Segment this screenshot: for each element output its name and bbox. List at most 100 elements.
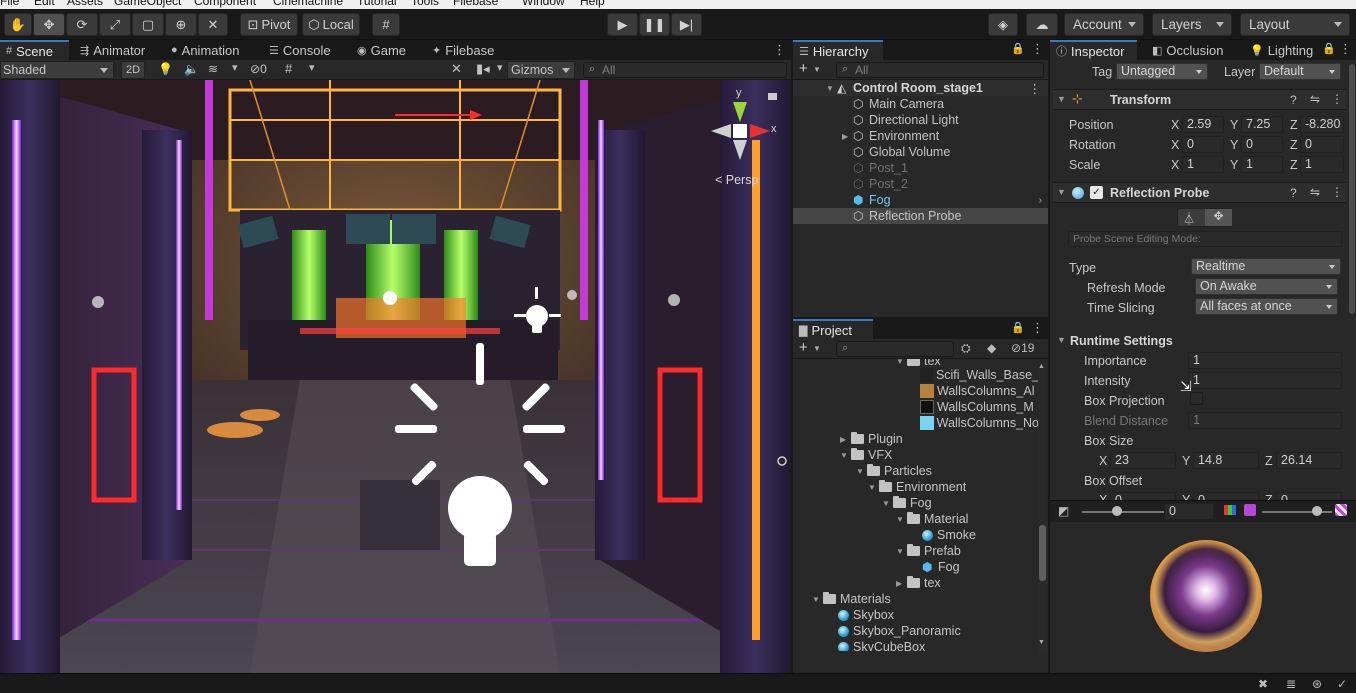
transform-header[interactable]: ▼ ⊹ Transform ? ⇋ ⋮ <box>1053 89 1346 110</box>
box-projection-checkbox[interactable] <box>1190 392 1203 405</box>
project-folder-tex[interactable]: ▶ tex <box>793 575 1039 591</box>
collab-button[interactable]: ◈ <box>988 13 1018 36</box>
hierarchy-item-post-2[interactable]: ⬡ Post_2 <box>793 176 1048 192</box>
project-item-skybox-panoramic[interactable]: Skybox_Panoramic <box>793 623 1039 639</box>
scale-tool-button[interactable]: ⤢ <box>99 13 131 36</box>
hand-tool-button[interactable]: ✋ <box>4 13 32 36</box>
project-search-input[interactable]: ⌕ <box>836 341 954 357</box>
pause-button[interactable]: ❚❚ <box>639 13 670 36</box>
play-button[interactable]: ▶ <box>607 13 638 36</box>
rotation-y-field[interactable]: 0 <box>1241 136 1283 153</box>
more-options-icon[interactable]: ⋮ <box>1031 320 1044 336</box>
scroll-up-icon[interactable]: ▲ <box>1038 363 1045 370</box>
project-folder-vfx[interactable]: ▼ VFX <box>793 447 1039 463</box>
project-item-skybox[interactable]: Skybox <box>793 607 1039 623</box>
tab-hierarchy[interactable]: ☰ Hierarchy <box>793 40 883 60</box>
menu-edit[interactable]: Edit <box>34 0 55 8</box>
refresh-mode-dropdown[interactable]: On Awake <box>1195 278 1338 295</box>
position-z-field[interactable]: -8.280 <box>1300 116 1344 133</box>
box-offset-x-field[interactable]: 0 <box>1110 492 1176 500</box>
presets-icon[interactable]: ⇋ <box>1310 185 1320 199</box>
more-options-icon[interactable]: ⋮ <box>773 42 786 58</box>
alpha-channel-icon[interactable] <box>1244 504 1256 516</box>
menu-window[interactable]: Window <box>522 0 565 8</box>
tab-animation[interactable]: ● Animation <box>165 40 245 60</box>
box-size-z-field[interactable]: 26.14 <box>1276 452 1342 469</box>
more-options-icon[interactable]: ⋮ <box>1339 41 1352 57</box>
edit-bounds-icon[interactable]: ⏃ <box>1183 210 1195 227</box>
project-folder-fog[interactable]: ▼ Fog <box>793 495 1039 511</box>
debug-off-icon[interactable]: ✖ <box>1258 677 1268 691</box>
scene-search-input[interactable]: ⌕ All <box>583 62 787 78</box>
cloud-button[interactable]: ☁ <box>1026 13 1058 36</box>
step-button[interactable]: ▶| <box>671 13 702 36</box>
menu-tools[interactable]: Tools <box>411 0 439 8</box>
more-options-icon[interactable]: ⋮ <box>1331 92 1343 106</box>
hierarchy-item-environment[interactable]: ▶ ⬡ Environment <box>793 128 1048 144</box>
mip-slider-thumb[interactable] <box>1312 506 1322 516</box>
filter-type-icon[interactable]: ⛭ <box>961 341 971 356</box>
pivot-toggle[interactable]: ⊡ Pivot <box>240 13 298 36</box>
menu-tutorial[interactable]: Tutorial <box>357 0 397 8</box>
project-item-wallscolumns-m[interactable]: WallsColumns_M <box>793 399 1039 415</box>
project-item-wallscolumns-al[interactable]: WallsColumns_Al <box>793 383 1039 399</box>
box-size-y-field[interactable]: 14.8 <box>1193 452 1259 469</box>
hierarchy-item-post-1[interactable]: ⬡ Post_1 <box>793 160 1048 176</box>
menu-help[interactable]: Help <box>580 0 605 8</box>
move-tool-button[interactable]: ✥ <box>33 13 65 36</box>
scale-z-field[interactable]: 1 <box>1300 156 1344 173</box>
scale-x-field[interactable]: 1 <box>1182 156 1224 173</box>
tab-scene[interactable]: # Scene <box>0 40 69 60</box>
persp-toggle[interactable]: < Persp <box>715 173 758 187</box>
rotate-tool-button[interactable]: ⟳ <box>66 13 98 36</box>
add-icon[interactable]: + <box>799 339 808 356</box>
rotation-x-field[interactable]: 0 <box>1182 136 1224 153</box>
move-origin-icon[interactable]: ✥ <box>1205 209 1232 226</box>
enabled-checkbox[interactable]: ✓ <box>1090 186 1103 199</box>
lighting-icon[interactable]: 💡 <box>158 62 173 76</box>
importance-field[interactable]: 1 <box>1188 352 1342 369</box>
audio-icon[interactable]: 🔈 <box>184 62 199 76</box>
chevron-down-icon[interactable]: ▼ <box>813 344 821 353</box>
chevron-down-icon[interactable]: ▾ <box>497 61 503 74</box>
intensity-field[interactable]: 1 <box>1188 372 1342 389</box>
hierarchy-item-main-camera[interactable]: ⬡ Main Camera <box>793 96 1048 112</box>
grid-icon[interactable]: # <box>285 61 292 76</box>
label-icon[interactable]: ◆ <box>987 341 996 355</box>
collapse-icon[interactable]: ▼ <box>1057 94 1066 104</box>
more-options-icon[interactable]: ⋮ <box>1031 41 1044 57</box>
shading-mode-dropdown[interactable]: Shaded <box>0 61 114 79</box>
type-dropdown[interactable]: Realtime <box>1191 258 1341 275</box>
tools-icon[interactable]: ✕ <box>451 61 462 77</box>
layout-dropdown[interactable]: Layout <box>1240 13 1350 36</box>
auto-generate-icon[interactable]: ⊛ <box>1312 677 1322 691</box>
hidden-objects-toggle[interactable]: ⊘0 <box>250 62 267 76</box>
hierarchy-item-global-volume[interactable]: ⬡ Global Volume <box>793 144 1048 160</box>
project-scrollbar[interactable]: ▲ ▼ <box>1038 363 1047 653</box>
local-toggle[interactable]: ⬡ Local <box>302 13 360 36</box>
menu-cinemachine[interactable]: Cinemachine <box>273 0 343 8</box>
scale-y-field[interactable]: 1 <box>1241 156 1283 173</box>
project-item-smoke[interactable]: Smoke <box>793 527 1039 543</box>
tab-console[interactable]: ☰ Console <box>263 40 337 60</box>
lock-icon[interactable]: 🔒 <box>1011 321 1025 334</box>
scroll-down-icon[interactable]: ▼ <box>1038 639 1045 646</box>
menu-filebase[interactable]: Filebase <box>453 0 498 8</box>
time-slicing-dropdown[interactable]: All faces at once <box>1195 298 1338 315</box>
runtime-settings-title[interactable]: Runtime Settings <box>1070 334 1173 348</box>
scene-viewport[interactable]: y x < Persp <box>0 80 791 673</box>
add-icon[interactable]: + <box>799 60 808 77</box>
hierarchy-search-input[interactable]: ⌕ All <box>836 62 1044 78</box>
project-item-skycubebox[interactable]: SkyCubeBox <box>793 639 1039 651</box>
gizmos-dropdown[interactable]: Gizmos <box>507 61 575 79</box>
project-folder-prefab[interactable]: ▼ Prefab <box>793 543 1039 559</box>
position-x-field[interactable]: 2.59 <box>1182 116 1224 133</box>
effects-icon[interactable]: ≋ <box>208 62 218 76</box>
tab-animator[interactable]: ⇶ Animator <box>74 40 151 60</box>
preview-icon[interactable]: ◩ <box>1058 504 1069 518</box>
more-options-icon[interactable]: ⋮ <box>1331 185 1343 199</box>
mip-level-icon[interactable] <box>1335 504 1347 516</box>
layer-dropdown[interactable]: Default <box>1259 63 1341 80</box>
box-offset-z-field[interactable]: 0 <box>1276 492 1342 500</box>
tab-project[interactable]: ▇ Project <box>793 319 873 339</box>
